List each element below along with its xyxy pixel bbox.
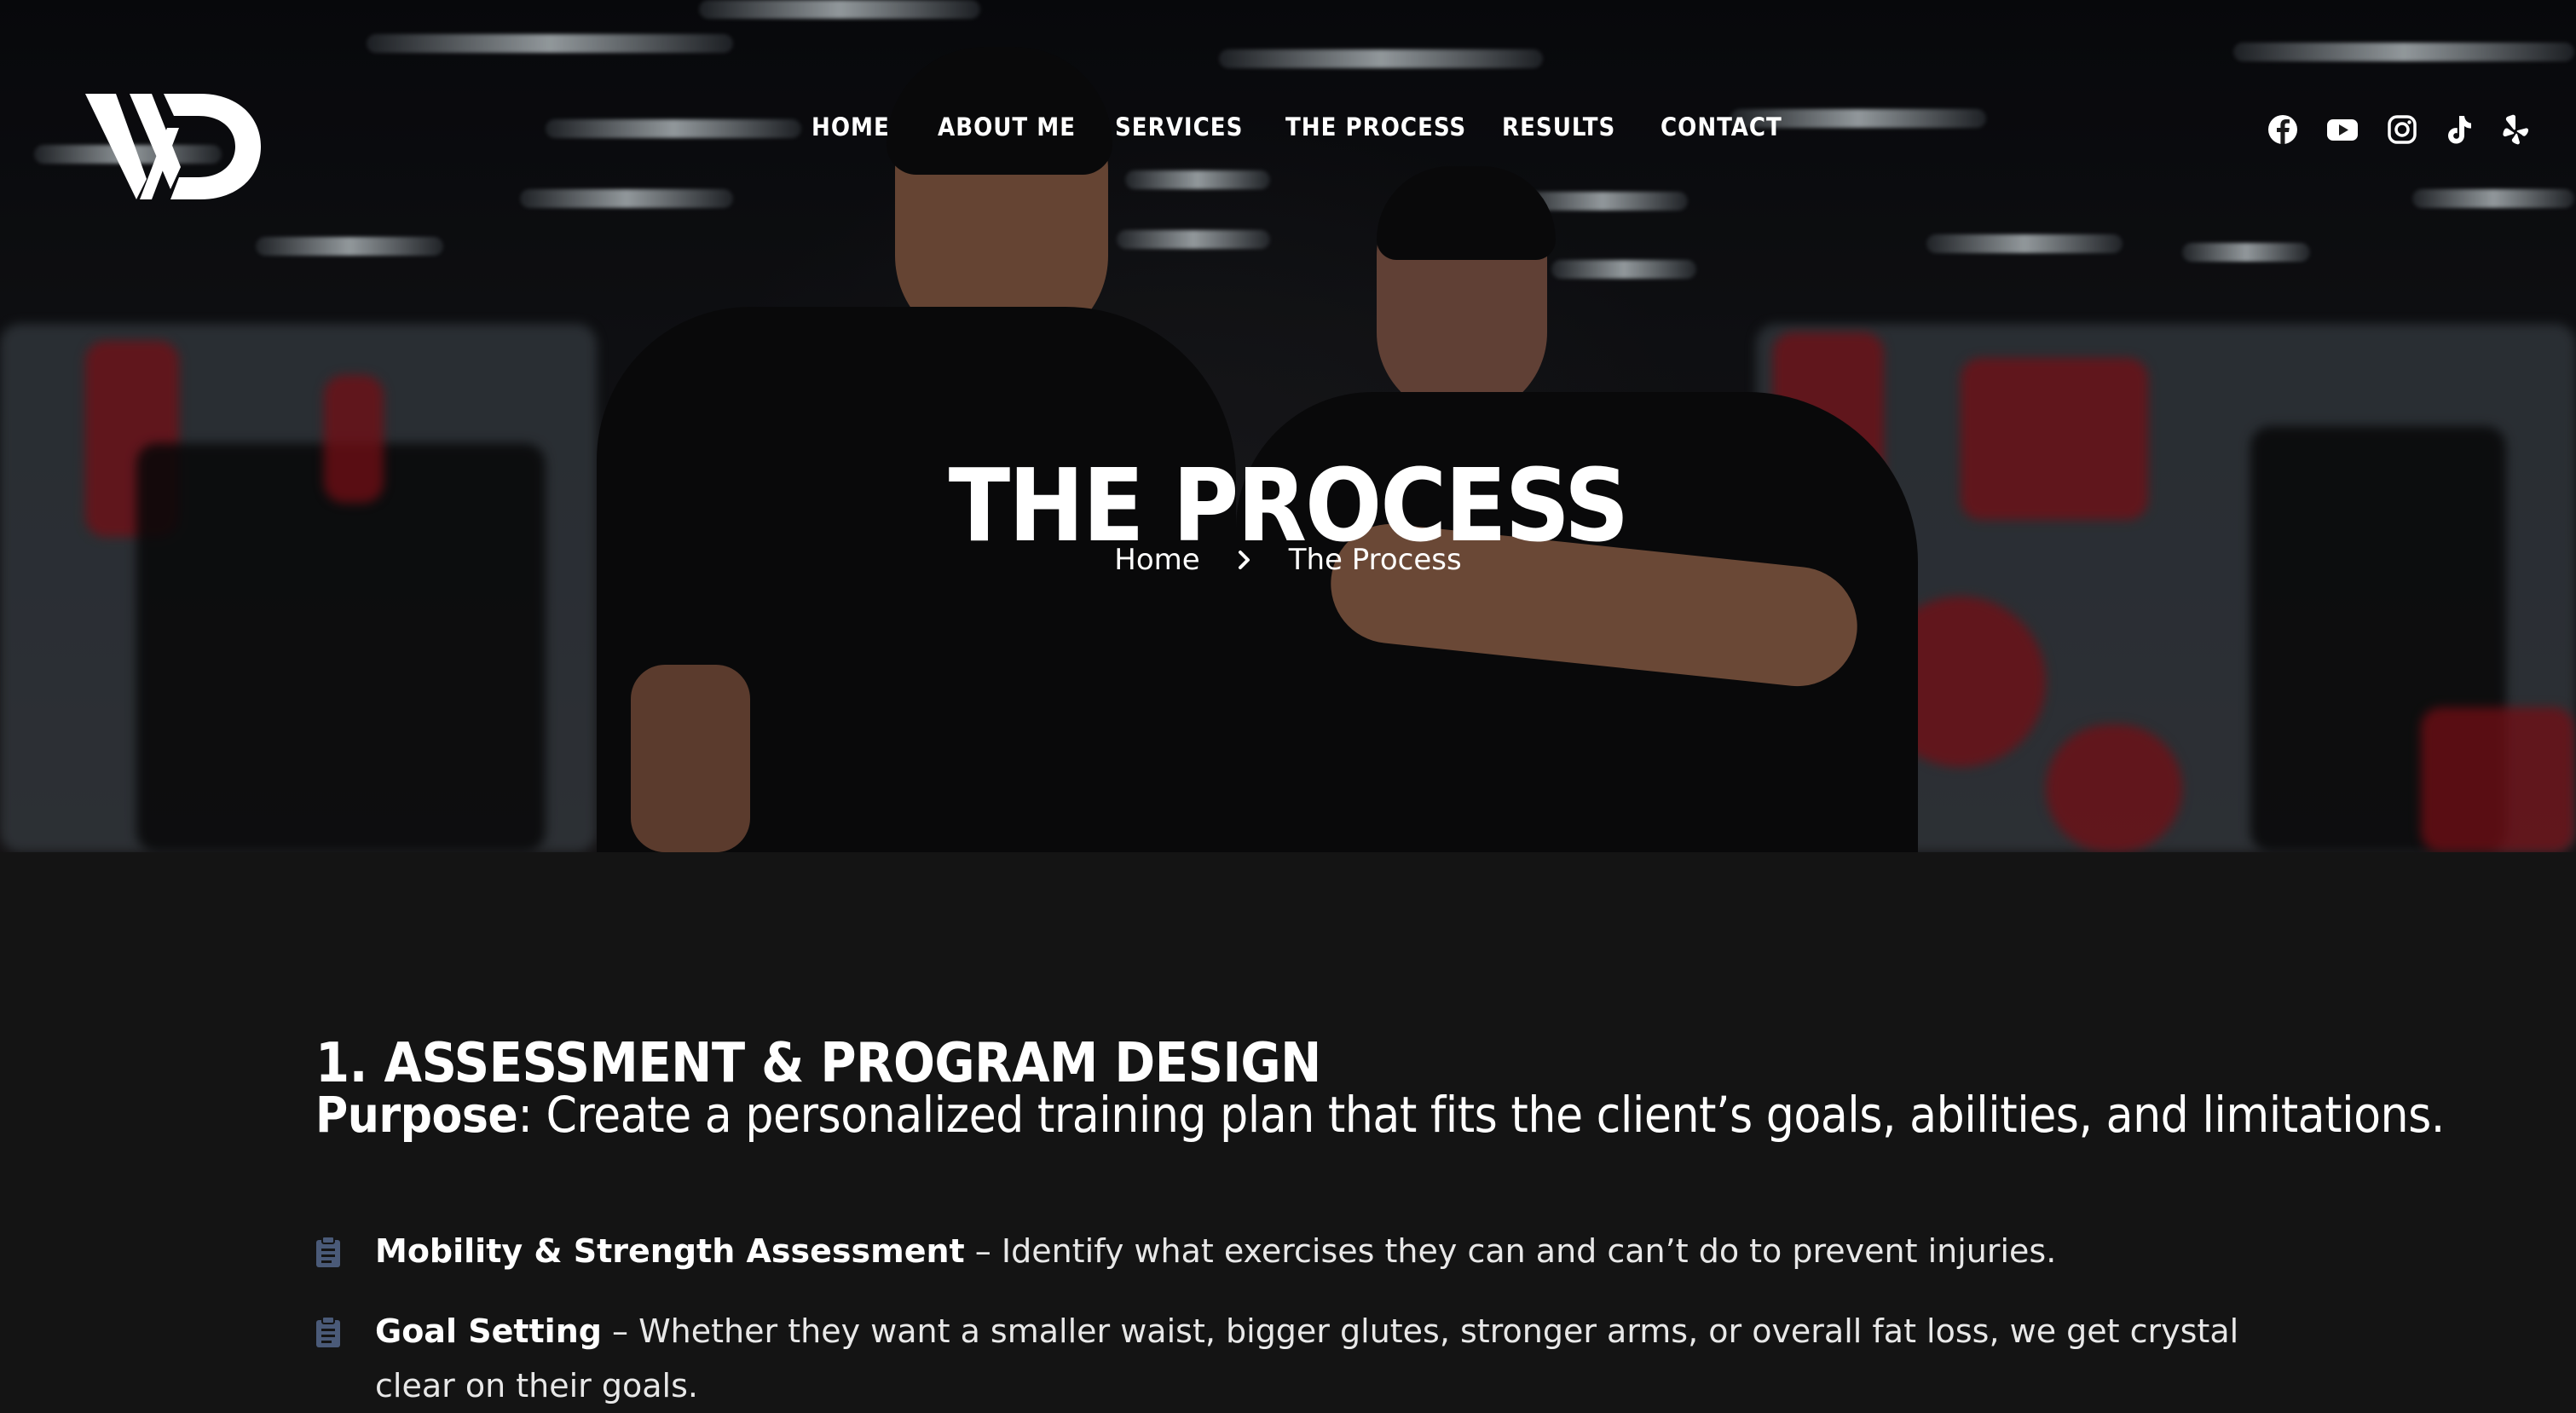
nav-services[interactable]: SERVICES bbox=[1115, 112, 1243, 141]
breadcrumb-current: The Process bbox=[1288, 543, 1462, 577]
yelp-icon[interactable] bbox=[2498, 112, 2532, 147]
nav-contact[interactable]: CONTACT bbox=[1661, 112, 1782, 141]
list-item-description: – Whether they want a smaller waist, big… bbox=[375, 1312, 2239, 1404]
list-item-title: Goal Setting bbox=[375, 1312, 602, 1350]
youtube-icon[interactable] bbox=[2325, 112, 2359, 147]
instagram-icon[interactable] bbox=[2385, 112, 2419, 147]
breadcrumb-home[interactable]: Home bbox=[1114, 543, 1199, 577]
purpose-statement: Purpose: Create a personalized training … bbox=[315, 1086, 2445, 1144]
purpose-text: : Create a personalized training plan th… bbox=[517, 1086, 2445, 1144]
hero-banner: HOME ABOUT ME SERVICES THE PROCESS RESUL… bbox=[0, 0, 2576, 852]
vd-logo[interactable] bbox=[85, 94, 261, 199]
list-item-title: Mobility & Strength Assessment bbox=[375, 1232, 965, 1270]
breadcrumb: Home The Process bbox=[0, 543, 2576, 577]
main-content: 1. ASSESSMENT & PROGRAM DESIGN Purpose: … bbox=[0, 852, 2576, 1404]
page-title: THE PROCESS bbox=[948, 447, 1630, 565]
tiktok-icon[interactable] bbox=[2441, 112, 2475, 147]
nav-about-me[interactable]: ABOUT ME bbox=[938, 112, 1076, 141]
nav-the-process[interactable]: THE PROCESS bbox=[1285, 112, 1466, 141]
list-item-text: Goal Setting – Whether they want a small… bbox=[375, 1304, 2259, 1413]
chevron-right-icon bbox=[1238, 551, 1250, 569]
list-item-description: – Identify what exercises they can and c… bbox=[964, 1232, 2057, 1270]
list-item-text: Mobility & Strength Assessment – Identif… bbox=[375, 1224, 2259, 1278]
clipboard-icon bbox=[316, 1236, 340, 1267]
nav-results[interactable]: RESULTS bbox=[1502, 112, 1615, 141]
purpose-label: Purpose bbox=[315, 1086, 518, 1144]
nav-home[interactable]: HOME bbox=[811, 112, 890, 141]
facebook-icon[interactable] bbox=[2266, 112, 2300, 147]
clipboard-icon bbox=[316, 1316, 340, 1347]
